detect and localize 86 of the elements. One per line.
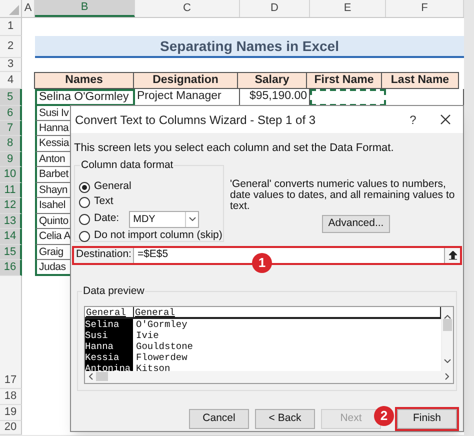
table-cell-text: Isahel: [38, 198, 66, 213]
description-text: 'General' converts numeric values to numbers, date values to dates, and all remaining values to text.: [230, 178, 456, 212]
instruction-text: This screen lets you select each column and set the Data Format.: [74, 141, 394, 156]
arrow-up-icon: [448, 250, 456, 260]
row-header[interactable]: 16: [0, 260, 22, 276]
advanced-button[interactable]: Advanced...: [322, 214, 390, 232]
preview-cell: Antonina: [85, 362, 131, 374]
radio-button[interactable]: [79, 182, 90, 192]
destination-label: Destination:: [75, 247, 132, 262]
close-icon: [440, 114, 450, 125]
preview-cell: Gouldstone: [136, 340, 194, 352]
radio-label[interactable]: General: [94, 179, 132, 195]
column-header[interactable]: E: [310, 0, 386, 17]
row-header[interactable]: 10: [0, 167, 22, 183]
row-header[interactable]: 13: [0, 214, 22, 229]
radio-label[interactable]: Do not import column (skip): [94, 228, 222, 244]
preview-cell-text: Flowerdew: [136, 352, 188, 362]
sheet-title: Separating Names in Excel: [35, 36, 464, 58]
scroll-down-icon[interactable]: [444, 358, 451, 362]
dialog-button[interactable]: Cancel: [189, 408, 249, 428]
column-header[interactable]: D: [240, 0, 310, 17]
help-button[interactable]: ?: [399, 110, 427, 128]
row-header[interactable]: 8: [0, 136, 22, 152]
preview-cell-text: Ivie: [136, 330, 160, 340]
row-header[interactable]: 17: [0, 373, 22, 389]
scroll-right-icon[interactable]: [445, 373, 449, 380]
row-header[interactable]: 14: [0, 229, 22, 245]
row-header[interactable]: 15: [0, 245, 22, 260]
column-heading: Last Name: [381, 72, 459, 89]
table-cell-text: Shayn: [38, 183, 68, 198]
column-heading: First Name: [306, 72, 382, 89]
row-header[interactable]: 20: [0, 421, 22, 435]
preview-cell-text: Susi: [85, 330, 109, 340]
preview-column[interactable]: Selina Susi Hanna Kessia Antonina: [85, 318, 133, 374]
row-header[interactable]: 5: [0, 89, 22, 106]
row-header[interactable]: 11: [0, 183, 22, 198]
column-header[interactable]: C: [135, 0, 240, 17]
column-heading: Salary: [237, 72, 307, 89]
preview-cell-text: Kessia: [85, 352, 120, 362]
radio-button[interactable]: [79, 196, 90, 208]
chevron-down-icon: [188, 217, 196, 221]
row-header[interactable]: 9: [0, 152, 22, 167]
table-cell-text: Anton: [38, 152, 66, 167]
table-cell-text: Barbet: [38, 167, 68, 182]
collapse-dialog-button[interactable]: [444, 248, 460, 262]
preview-cell-text: Kitson: [136, 362, 172, 374]
scroll-thumb[interactable]: [96, 372, 108, 381]
dialog-button[interactable]: Finish: [397, 408, 457, 428]
column-header[interactable]: B: [35, 0, 135, 17]
row-header[interactable]: 3: [0, 58, 22, 72]
table-cell-text: Judas: [38, 260, 66, 275]
table-cell-text: Susi Iv: [38, 106, 69, 121]
row-header[interactable]: 19: [0, 405, 22, 421]
preview-label: Data preview: [82, 284, 146, 300]
row-header[interactable]: 7: [0, 121, 22, 136]
row-header[interactable]: 1: [0, 18, 22, 36]
table-cell-text: Kessia: [38, 136, 69, 151]
scroll-up-icon[interactable]: [444, 314, 451, 318]
dialog-button[interactable]: < Back: [255, 408, 315, 428]
preview-cell-text: Selina: [85, 318, 120, 330]
radio-button[interactable]: [79, 230, 90, 242]
column-header[interactable]: F: [386, 0, 464, 17]
scroll-thumb[interactable]: [443, 318, 452, 330]
column-heading: Names: [34, 72, 134, 89]
scroll-left-icon[interactable]: [89, 373, 93, 380]
dialog-title: Convert Text to Columns Wizard - Step 1 of 3: [75, 112, 316, 128]
preview-cell-text: Hanna: [85, 340, 115, 352]
preview-cell-text: O'Gormley: [136, 318, 188, 330]
row-header[interactable]: 4: [0, 72, 22, 89]
date-format-dropdown[interactable]: MDY: [129, 210, 200, 228]
radio-label[interactable]: Date:: [94, 211, 120, 227]
row-header[interactable]: 18: [0, 389, 22, 405]
preview-column-header[interactable]: General: [134, 306, 441, 318]
column-heading: Designation: [133, 72, 238, 89]
radio-label[interactable]: Text: [94, 194, 114, 210]
table-cell-text: Graig: [38, 245, 64, 260]
table-cell-text: Celia A: [38, 229, 70, 244]
radio-button[interactable]: [79, 214, 90, 224]
row-header[interactable]: 6: [0, 106, 22, 121]
row-header[interactable]: 12: [0, 198, 22, 214]
preview-column[interactable]: O'Gormley Ivie Gouldstone Flowerdew Kitson: [134, 318, 194, 374]
vertical-scrollbar[interactable]: [441, 306, 453, 370]
table-cell-text: Hanna: [38, 121, 69, 136]
table-cell-text: Quinto: [38, 214, 68, 229]
row-header[interactable]: 2: [0, 36, 22, 58]
horizontal-scrollbar[interactable]: [85, 370, 453, 382]
